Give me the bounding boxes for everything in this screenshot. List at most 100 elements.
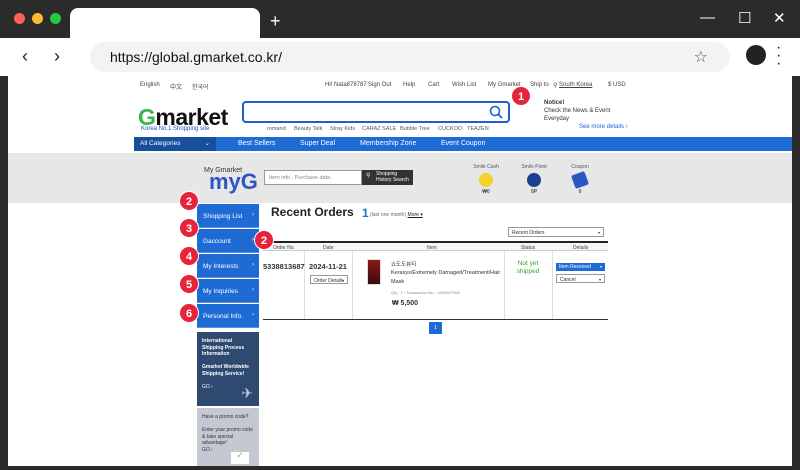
coupon-stat[interactable]: Coupon 0 xyxy=(560,164,600,195)
notice-box[interactable]: Notice! Check the News & Event Everyday xyxy=(544,99,614,123)
restore-icon[interactable]: ☐ xyxy=(738,9,751,27)
chevron-right-icon: › xyxy=(252,312,254,318)
forward-icon[interactable]: › xyxy=(54,46,60,67)
order-filter-select[interactable]: Recent Orders ▾ xyxy=(508,227,604,237)
currency-selector[interactable]: $ USD xyxy=(608,82,626,88)
status-badge: Not yet shipped xyxy=(516,260,540,275)
more-link[interactable]: More ▾ xyxy=(408,212,423,218)
col-order-no: Order No. xyxy=(273,245,295,251)
all-categories-button[interactable]: All Categories ⌄ xyxy=(134,137,216,151)
order-details-button[interactable]: Order Details ▾ xyxy=(310,275,348,284)
shopping-history-search-input[interactable]: Item info., Purchase date. xyxy=(264,170,362,185)
sidebar-item-shopping-list[interactable]: Shopping List › xyxy=(197,204,259,228)
nav-super-deal[interactable]: Super Deal xyxy=(300,140,335,147)
lang-chinese-link[interactable]: 中文 xyxy=(170,82,182,91)
nav-event-coupon[interactable]: Event Coupon xyxy=(441,140,485,147)
sidebar-item-gaccount[interactable]: Gaccount › xyxy=(197,229,259,253)
nav-membership-zone[interactable]: Membership Zone xyxy=(360,140,416,147)
logo-tagline: Korea No.1 Shopping site xyxy=(141,126,210,132)
chevron-right-icon: › xyxy=(252,212,254,218)
banner-go-link[interactable]: GO › xyxy=(202,384,213,390)
browser-tabstrip: + — ☐ ✕ xyxy=(0,0,800,38)
close-window-dot[interactable] xyxy=(14,13,25,24)
table-divider xyxy=(552,251,553,319)
see-more-link[interactable]: See more details › xyxy=(579,124,628,130)
sidebar-item-my-inquiries[interactable]: My Inquiries › xyxy=(197,279,259,303)
smile-cash-stat[interactable]: Smile Cash ₩0 xyxy=(466,164,506,195)
step-badge: 1 xyxy=(511,86,531,106)
new-tab-icon[interactable]: + xyxy=(270,11,281,32)
nav-best-sellers[interactable]: Best Sellers xyxy=(238,140,275,147)
smile-point-icon xyxy=(527,173,541,187)
item-received-button[interactable]: Item Received ▾ xyxy=(556,263,605,271)
shopping-history-search-button[interactable]: ⚲ Shopping History Search xyxy=(362,170,413,185)
item-price: ₩ 5,500 xyxy=(392,300,419,307)
cancel-select[interactable]: Cancel ▾ xyxy=(556,274,605,283)
item-name[interactable]: Kerasys/Extremely Damaged/Treatment/Hair… xyxy=(391,269,503,287)
col-item: Item xyxy=(427,245,437,251)
browser-tab[interactable] xyxy=(70,8,260,38)
address-row: ‹ › https://global.gmarket.co.kr/ ☆ · · · xyxy=(0,38,800,76)
help-link[interactable]: Help xyxy=(403,82,415,88)
shipping-info-banner[interactable]: International Shipping Process Informati… xyxy=(197,332,259,406)
bookmark-star-icon[interactable]: ☆ xyxy=(694,47,708,67)
checkmark-icon: ✓ xyxy=(231,451,249,464)
wish-list-link[interactable]: Wish List xyxy=(452,82,476,88)
search-icon: ⚲ xyxy=(366,173,371,179)
ship-to-label: Ship to xyxy=(530,82,549,88)
table-divider xyxy=(504,251,505,319)
step-badge: 3 xyxy=(179,218,199,238)
minimize-window-dot[interactable] xyxy=(32,13,43,24)
chevron-right-icon: › xyxy=(252,287,254,293)
pagination-page[interactable]: 1 xyxy=(429,322,442,334)
maximize-window-dot[interactable] xyxy=(50,13,61,24)
order-count: 1 xyxy=(362,206,369,220)
search-input[interactable] xyxy=(242,101,510,123)
sign-out-link[interactable]: Sign Out xyxy=(368,82,391,88)
sidebar-item-my-interests[interactable]: My Interests › xyxy=(197,254,259,278)
back-icon[interactable]: ‹ xyxy=(22,46,28,67)
table-divider xyxy=(352,251,353,319)
col-date: Date xyxy=(323,245,334,251)
product-thumbnail[interactable] xyxy=(367,259,381,285)
lang-english-link[interactable]: English xyxy=(140,82,160,88)
step-badge: 6 xyxy=(179,303,199,323)
keyword-link[interactable]: Beauty Talk xyxy=(294,126,322,132)
keyword-link[interactable]: Bubble Tree xyxy=(400,126,430,132)
promo-code-banner[interactable]: Have a promo code? Enter your promo code… xyxy=(197,408,259,466)
keyword-link[interactable]: TEAZEN xyxy=(467,126,489,132)
col-details: Details xyxy=(573,245,589,251)
sidebar-item-personal-info[interactable]: Personal Info. › xyxy=(197,304,259,328)
keyword-link[interactable]: CUCKOO xyxy=(438,126,462,132)
smile-point-stat[interactable]: Smile Point 0P xyxy=(514,164,554,195)
profile-avatar-icon[interactable] xyxy=(746,45,766,65)
table-bottom-border xyxy=(263,319,608,320)
step-badge: 4 xyxy=(179,246,199,266)
address-bar[interactable]: https://global.gmarket.co.kr/ ☆ xyxy=(90,42,730,72)
orders-table-header: Order No. Date Item Status Details xyxy=(263,241,608,251)
url-text: https://global.gmarket.co.kr/ xyxy=(110,49,282,65)
chevron-down-icon: ▾ xyxy=(598,277,601,282)
minimize-icon[interactable]: — xyxy=(700,9,715,26)
category-nav: All Categories ⌄ Best Sellers Super Deal … xyxy=(134,137,792,151)
banner-go-link[interactable]: GO › xyxy=(202,447,213,453)
chevron-down-icon: ▾ xyxy=(597,230,600,235)
notice-body: Check the News & Event Everyday xyxy=(544,108,611,122)
seller-name[interactable]: 쇼도도뷰티 xyxy=(391,260,416,268)
browser-menu-icon[interactable]: · · · xyxy=(776,40,781,72)
qty-transaction: Qty : 1 / Transaction No. : 4229527968 xyxy=(391,290,460,295)
close-icon[interactable]: ✕ xyxy=(773,9,786,27)
search-icon[interactable] xyxy=(489,105,503,119)
ship-to-country[interactable]: South Korea xyxy=(559,82,592,88)
cart-link[interactable]: Cart xyxy=(428,82,439,88)
lang-korean-link[interactable]: 한국어 xyxy=(192,82,209,91)
order-number: 5338813687 xyxy=(263,262,305,271)
keyword-link[interactable]: romand xyxy=(267,126,286,132)
smile-cash-icon xyxy=(479,173,493,187)
keyword-link[interactable]: CARAZ SALE xyxy=(362,126,396,132)
pin-icon: ⚲ xyxy=(553,83,558,89)
myg-logo[interactable]: myG xyxy=(209,169,258,195)
keyword-link[interactable]: Stray Kids xyxy=(330,126,355,132)
greeting-text: Hi! Nata878787 xyxy=(325,82,367,88)
recent-orders-subtitle: (last one month) More ▾ xyxy=(370,212,423,218)
